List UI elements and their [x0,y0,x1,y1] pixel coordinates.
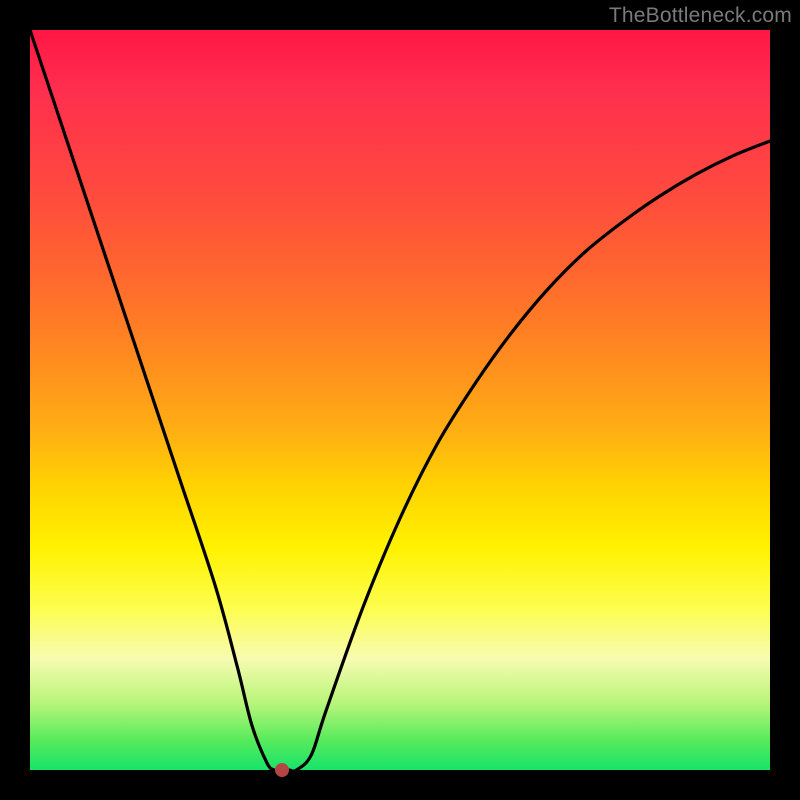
optimum-marker [275,763,289,777]
plot-area [30,30,770,770]
curve-svg [30,30,770,770]
watermark-text: TheBottleneck.com [609,4,792,28]
chart-frame: TheBottleneck.com [0,0,800,800]
bottleneck-curve [30,30,770,770]
